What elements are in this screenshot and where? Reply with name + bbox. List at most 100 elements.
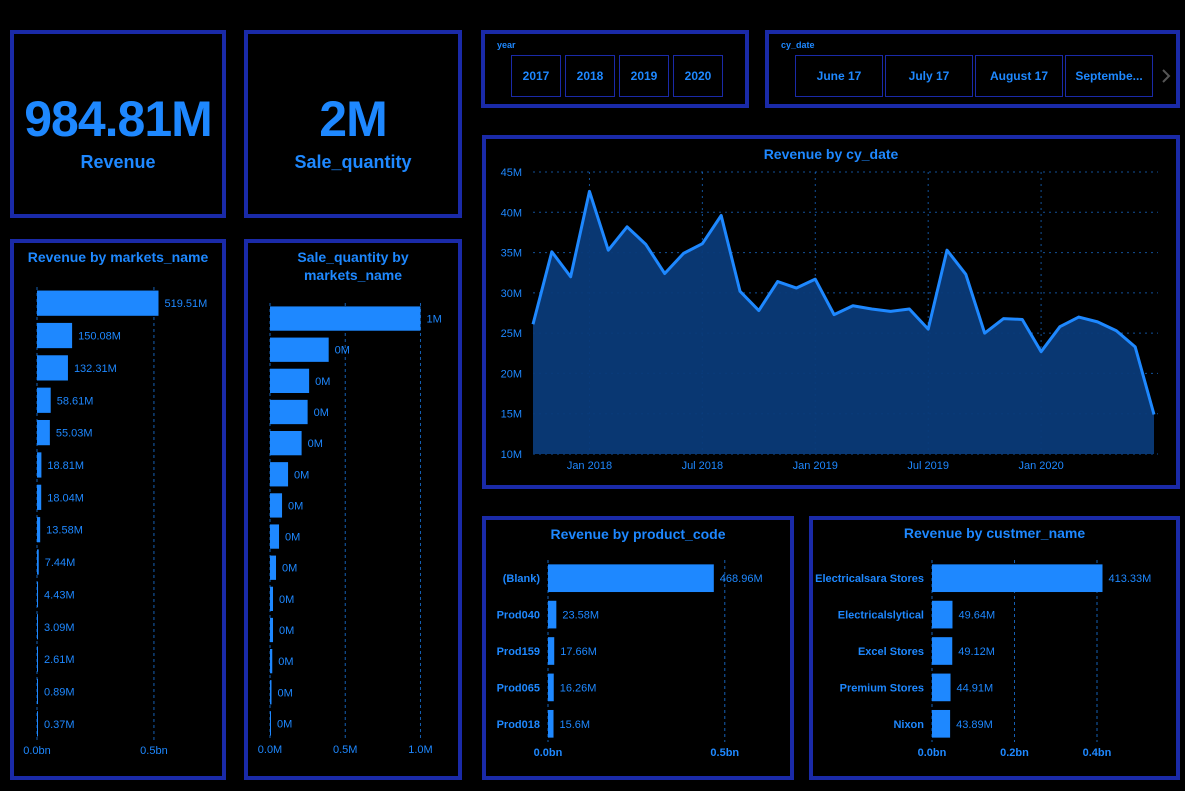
bar — [270, 493, 283, 518]
year-option-2018[interactable]: 2018 — [565, 55, 615, 97]
category-label: Nixon — [893, 719, 924, 731]
bar-data-label: 0M — [277, 718, 292, 730]
category-label: Electricalsara Stores — [815, 573, 924, 585]
category-label: Prod040 — [497, 610, 540, 622]
bar — [37, 614, 38, 640]
year-slicer: year 2017 2018 2019 2020 — [481, 30, 749, 108]
bar — [37, 387, 51, 413]
bar-data-label: 413.33M — [1108, 573, 1151, 585]
bar-data-label: 0M — [285, 532, 300, 544]
date-slicer: cy_date June 17 July 17 August 17 Septem… — [765, 30, 1180, 108]
bar — [270, 680, 272, 705]
x-tick-label: Jan 2020 — [1018, 460, 1063, 472]
y-tick-label: 25M — [501, 328, 522, 340]
category-label: Prod018 — [497, 719, 540, 731]
revenue-by-customer-card: Revenue by custmer_name 0.0bn 0.2bn 0.4bn 4… — [809, 516, 1180, 780]
bar — [37, 322, 73, 349]
bar — [37, 711, 38, 737]
year-option-2019[interactable]: 2019 — [619, 55, 669, 97]
bar — [548, 600, 557, 629]
x-tick-label: 0.5bn — [140, 745, 168, 757]
year-option-2017[interactable]: 2017 — [511, 55, 561, 97]
bar — [270, 399, 308, 425]
bar-data-label: 0M — [294, 469, 309, 481]
bar — [270, 648, 273, 674]
x-tick-label: Jul 2019 — [907, 460, 949, 472]
quantity-by-market-card: Sale_quantity by markets_name 0.0M 0.5M 1.… — [244, 239, 462, 780]
x-tick-label: 0.2bn — [1000, 747, 1029, 759]
bar — [37, 452, 42, 478]
date-slicer-title: cy_date — [781, 40, 815, 50]
category-label: Premium Stores — [840, 682, 924, 694]
quantity-by-market-chart: 0.0M 0.5M 1.0M 1M 0M 0M 0M 0M 0M 0M 0M 0M 0M 0M 0M 0M 0M — [258, 303, 442, 756]
bar-data-label: 13.58M — [46, 525, 83, 537]
x-tick-label: 0.0M — [258, 744, 282, 756]
bar — [37, 484, 42, 510]
bar-data-label: 0.37M — [44, 719, 75, 731]
bar-data-label: 132.31M — [74, 363, 117, 375]
bar — [37, 646, 38, 672]
bar — [270, 462, 289, 487]
bar — [932, 673, 951, 702]
bar — [270, 524, 280, 549]
bar-data-label: 0M — [314, 407, 329, 419]
bar-data-label: 55.03M — [56, 428, 93, 440]
bar — [548, 709, 554, 738]
bar-data-label: 23.58M — [562, 610, 599, 622]
x-tick-label: 0.0bn — [23, 745, 51, 757]
category-label: Prod065 — [497, 682, 540, 694]
bar — [37, 581, 39, 608]
revenue-by-market-chart: 0.0bn 0.5bn 519.51M 150.08M 132.31M 58.61M 55.… — [23, 287, 207, 757]
year-slicer-title: year — [497, 40, 516, 50]
bar-data-label: 2.61M — [44, 654, 75, 666]
y-tick-label: 10M — [501, 449, 522, 461]
bar — [932, 709, 951, 738]
bar-data-label: 58.61M — [57, 395, 94, 407]
bar — [932, 637, 953, 665]
bar-data-label: 0M — [279, 594, 294, 606]
x-tick-label: 0.5M — [333, 744, 357, 756]
bar-data-label: 468.96M — [720, 573, 763, 585]
bar — [548, 564, 714, 593]
bar — [37, 678, 38, 705]
bar — [270, 306, 421, 331]
bar-data-label: 3.09M — [44, 622, 75, 634]
year-option-2020[interactable]: 2020 — [673, 55, 723, 97]
bar-data-label: 44.91M — [957, 682, 994, 694]
bar — [37, 355, 68, 381]
y-tick-label: 20M — [501, 368, 522, 380]
date-option-september-17[interactable]: Septembe... — [1065, 55, 1153, 97]
bar — [270, 430, 302, 456]
bar — [270, 617, 274, 643]
bar-data-label: 17.66M — [560, 646, 597, 658]
bar-data-label: 0M — [278, 656, 293, 668]
x-tick-label: 0.5bn — [710, 747, 739, 759]
bar — [270, 337, 329, 362]
bar — [37, 290, 159, 316]
x-tick-label: Jul 2018 — [682, 460, 724, 472]
chevron-right-icon[interactable] — [1159, 64, 1175, 88]
bar-data-label: 0M — [335, 345, 350, 357]
date-option-august-17[interactable]: August 17 — [975, 55, 1063, 97]
date-option-july-17[interactable]: July 17 — [885, 55, 973, 97]
bar — [37, 419, 50, 446]
category-label: Prod159 — [497, 646, 540, 658]
x-tick-label: 0.0bn — [534, 747, 563, 759]
bar-data-label: 18.04M — [47, 492, 84, 504]
y-tick-label: 35M — [501, 248, 522, 260]
bar-data-label: 0M — [279, 625, 294, 637]
date-option-june-17[interactable]: June 17 — [795, 55, 883, 97]
y-tick-label: 15M — [501, 409, 522, 421]
x-tick-label: 0.4bn — [1083, 747, 1112, 759]
bar — [932, 564, 1103, 593]
bar-data-label: 49.12M — [958, 646, 995, 658]
bar — [548, 673, 554, 702]
bar-data-label: 0M — [315, 376, 330, 388]
y-tick-label: 45M — [501, 167, 522, 179]
revenue-by-customer-chart: 0.0bn 0.2bn 0.4bn 413.33M Electricalsara Sto… — [815, 560, 1151, 759]
bar-data-label: 1M — [426, 314, 441, 326]
revenue-by-product-chart: 0.0bn 0.5bn 468.96M (Blank) 23.58M Prod040 17.… — [497, 560, 763, 759]
y-tick-label: 40M — [501, 207, 522, 219]
category-label: Electricalslytical — [838, 610, 924, 622]
revenue-kpi-label: Revenue — [80, 152, 156, 172]
